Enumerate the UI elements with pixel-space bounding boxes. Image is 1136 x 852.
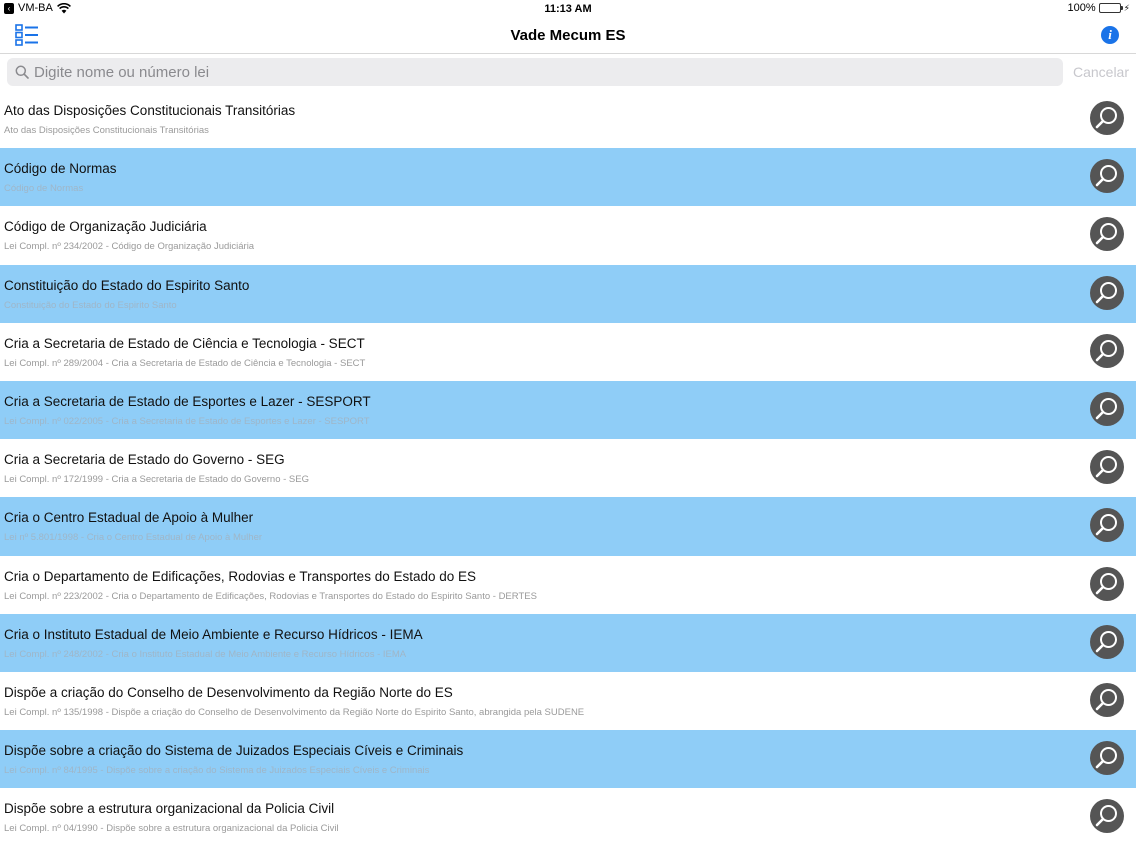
item-title: Dispõe a criação do Conselho de Desenvol… [4, 684, 453, 700]
item-subtitle: Lei nº 5.801/1998 - Cria o Centro Estadu… [4, 532, 263, 544]
open-law-button[interactable] [1090, 508, 1124, 543]
item-title: Código de Normas [4, 161, 117, 177]
item-subtitle: Ato das Disposições Constitucionais Tran… [4, 125, 209, 136]
magnifier-icon [1095, 514, 1117, 536]
item-subtitle: Constituição do Estado do Espirito Santo [4, 299, 177, 311]
search-bar: Cancelar [0, 55, 1136, 89]
list-item[interactable]: Cria a Secretaria de Estado de Ciência e… [0, 323, 1136, 381]
search-input[interactable] [34, 63, 1034, 81]
search-field[interactable] [7, 58, 1063, 86]
list-item[interactable]: Dispõe a criação do Conselho de Desenvol… [0, 672, 1136, 730]
list-item[interactable]: Cria a Secretaria de Estado de Esportes … [0, 380, 1136, 440]
list-item[interactable]: Código de Organização Judiciária Lei Com… [0, 206, 1136, 264]
magnifier-icon [1095, 165, 1117, 187]
item-title: Constituição do Estado do Espirito Santo [4, 277, 250, 293]
search-icon [15, 65, 29, 79]
item-subtitle: Lei Compl. nº 135/1998 - Dispõe a criaçã… [4, 706, 585, 718]
item-title: Cria o Instituto Estadual de Meio Ambien… [4, 626, 423, 642]
magnifier-icon [1095, 223, 1117, 245]
battery-percent: 100% [1067, 2, 1096, 14]
open-law-button[interactable] [1090, 101, 1124, 135]
magnifier-icon [1095, 805, 1117, 827]
nav-bar: Vade Mecum ES i [0, 18, 1136, 54]
open-law-button[interactable] [1090, 333, 1124, 368]
open-law-button[interactable] [1090, 741, 1124, 776]
item-subtitle: Lei Compl. nº 04/1990 - Dispõe sobre a e… [4, 823, 339, 835]
open-law-button[interactable] [1090, 217, 1124, 252]
page-title: Vade Mecum ES [510, 27, 626, 44]
item-subtitle: Lei Compl. nº 172/1999 - Cria a Secretar… [4, 474, 309, 486]
open-law-button[interactable] [1090, 566, 1124, 601]
item-title: Dispõe sobre a estrutura organizacional … [4, 801, 335, 817]
battery-icon [1098, 3, 1123, 13]
open-law-button[interactable] [1090, 391, 1124, 426]
list-item[interactable]: Código de Normas Código de Normas [0, 148, 1136, 207]
open-law-button[interactable] [1090, 682, 1124, 717]
open-law-button[interactable] [1090, 799, 1124, 834]
item-subtitle: Lei Compl. nº 223/2002 - Cria o Departam… [4, 590, 537, 602]
item-subtitle: Lei Compl. nº 84/1995 - Dispõe sobre a c… [4, 765, 430, 777]
magnifier-icon [1095, 397, 1117, 420]
item-title: Ato das Disposições Constitucionais Tran… [4, 103, 296, 118]
item-title: Dispõe sobre a criação do Sistema de Jui… [4, 743, 464, 759]
magnifier-icon [1095, 572, 1117, 594]
open-law-button[interactable] [1090, 624, 1124, 659]
item-title: Cria o Centro Estadual de Apoio à Mulher [4, 510, 254, 526]
item-subtitle: Lei Compl. nº 022/2005 - Cria a Secretar… [4, 415, 370, 427]
status-time: 11:13 AM [544, 3, 592, 15]
item-subtitle: Lei Compl. nº 234/2002 - Código de Organ… [4, 241, 255, 253]
list-item[interactable]: Dispõe sobre a estrutura organizacional … [0, 788, 1136, 846]
charging-icon: ⚡ [1123, 2, 1130, 13]
magnifier-icon [1095, 339, 1117, 362]
list-item[interactable]: Cria o Departamento de Edificações, Rodo… [0, 556, 1136, 614]
cancel-button[interactable]: Cancelar [1073, 64, 1129, 80]
item-subtitle: Código de Normas [4, 183, 84, 195]
open-law-button[interactable] [1090, 159, 1124, 194]
info-icon[interactable]: i [1101, 26, 1119, 44]
list-item[interactable]: Cria a Secretaria de Estado do Governo -… [0, 439, 1136, 497]
list-item[interactable]: Cria o Centro Estadual de Apoio à Mulher… [0, 497, 1136, 556]
item-subtitle: Lei Compl. nº 289/2004 - Cria a Secretar… [4, 357, 366, 369]
magnifier-icon [1095, 281, 1117, 303]
list-item[interactable]: Dispõe sobre a criação do Sistema de Jui… [0, 730, 1136, 789]
item-title: Código de Organização Judiciária [4, 219, 207, 235]
magnifier-icon [1095, 456, 1117, 478]
status-right: 100% ⚡ [1068, 2, 1130, 14]
law-list: Ato das Disposições Constitucionais Tran… [0, 90, 1136, 852]
item-title: Cria a Secretaria de Estado de Ciência e… [4, 335, 365, 351]
magnifier-icon [1095, 107, 1117, 129]
list-item[interactable]: Ato das Disposições Constitucionais Tran… [0, 90, 1136, 148]
item-title: Cria a Secretaria de Estado do Governo -… [4, 452, 285, 468]
open-law-button[interactable] [1090, 450, 1124, 485]
list-item[interactable]: Constituição do Estado do Espirito Santo… [0, 264, 1136, 323]
status-bar: ‹ VM-BA 11:13 AM 100% ⚡ [0, 0, 1136, 18]
magnifier-icon [1095, 747, 1117, 769]
list-item[interactable]: Cria o Instituto Estadual de Meio Ambien… [0, 613, 1136, 672]
magnifier-icon [1095, 688, 1117, 711]
item-subtitle: Lei Compl. nº 248/2002 - Cria o Institut… [4, 648, 407, 660]
item-title: Cria o Departamento de Edificações, Rodo… [4, 568, 477, 584]
item-title: Cria a Secretaria de Estado de Esportes … [4, 393, 371, 409]
open-law-button[interactable] [1090, 275, 1124, 310]
magnifier-icon [1095, 630, 1117, 652]
